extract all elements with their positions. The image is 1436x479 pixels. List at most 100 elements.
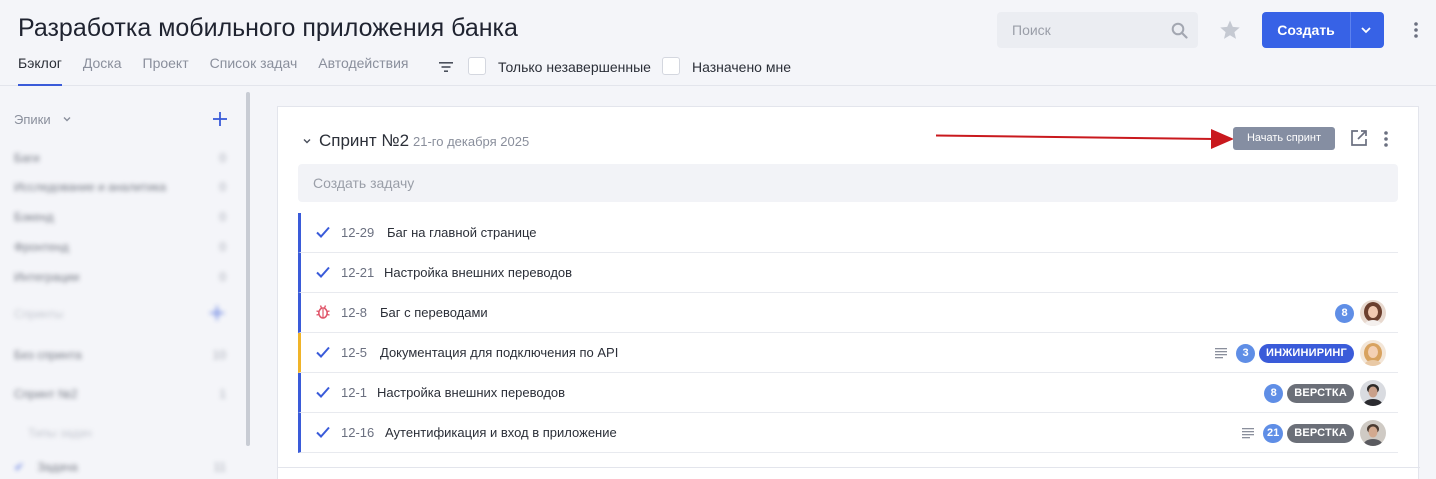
avatar[interactable] — [1360, 300, 1386, 326]
assigned-to-me-checkbox[interactable] — [662, 57, 680, 75]
avatar[interactable] — [1360, 420, 1386, 446]
sidebar-item-epic[interactable]: Исследование и аналитика 0 — [14, 180, 226, 194]
sidebar-item-count: 10 — [212, 348, 226, 362]
task-key[interactable]: 12-29 — [341, 225, 374, 240]
sprint-title[interactable]: Спринт №2 — [319, 131, 409, 151]
task-title[interactable]: Настройка внешних переводов — [384, 265, 572, 280]
tab-board[interactable]: Доска — [83, 55, 122, 86]
sidebar-item-epic[interactable]: Интеграции 0 — [14, 270, 226, 284]
task-key[interactable]: 12-16 — [341, 425, 374, 440]
task-title[interactable]: Аутентификация и вход в приложение — [385, 425, 617, 440]
task-key[interactable]: 12-8 — [341, 305, 367, 320]
table-row[interactable]: 12-8 Баг с переводами 8 — [298, 293, 1398, 333]
sprints-title[interactable]: Спринты — [14, 304, 226, 322]
sidebar-item-label: Интеграции — [14, 270, 80, 284]
sprint-panel: Спринт №2 21-го декабря 2025 Начать спри… — [277, 106, 1420, 479]
task-key[interactable]: 12-21 — [341, 265, 374, 280]
label-tag: ВЕРСТКА — [1287, 383, 1354, 403]
table-row[interactable]: 12-16 Аутентификация и вход в приложение… — [298, 413, 1398, 453]
task-title[interactable]: Документация для подключения по API — [380, 345, 618, 360]
task-title[interactable]: Баг на главной странице — [387, 225, 536, 240]
description-icon — [1215, 348, 1228, 359]
check-icon — [316, 226, 330, 238]
check-icon: ✔ — [14, 460, 25, 474]
sprints-title-label: Спринты — [14, 307, 64, 321]
sprint-date: 21-го декабря 2025 — [413, 134, 530, 149]
only-incomplete-label: Только незавершенные — [498, 59, 651, 75]
task-list: 12-29 Баг на главной странице 12-21 Наст… — [298, 213, 1398, 453]
task-key[interactable]: 12-1 — [341, 385, 367, 400]
sidebar-item-sprint[interactable]: Без спринта 10 — [14, 348, 226, 362]
sidebar-item-label: Фронтенд — [14, 240, 69, 254]
check-icon — [316, 266, 330, 278]
create-task-input[interactable] — [298, 164, 1398, 202]
sidebar-item-epic[interactable]: Фронтенд 0 — [14, 240, 226, 254]
types-title[interactable]: Типы задач — [28, 426, 226, 440]
only-incomplete-checkbox[interactable] — [468, 57, 486, 75]
chevron-down-icon[interactable] — [62, 115, 72, 123]
avatar[interactable] — [1360, 340, 1386, 366]
sidebar-item-count: 11 — [213, 460, 226, 474]
chevron-down-icon[interactable] — [302, 137, 312, 145]
add-sprint-icon[interactable] — [208, 304, 226, 322]
table-row[interactable]: 12-1 Настройка внешних переводов 8 ВЕРСТ… — [298, 373, 1398, 413]
sidebar-item-count: 0 — [219, 151, 226, 165]
table-row[interactable]: 12-5 Документация для подключения по API… — [298, 333, 1398, 373]
external-link-icon[interactable] — [1350, 129, 1368, 147]
filter-icon[interactable] — [438, 60, 454, 74]
red-arrow-annotation — [936, 129, 1234, 149]
sidebar-item-label: Задача — [37, 460, 78, 474]
table-row[interactable]: 12-29 Баг на главной странице — [298, 213, 1398, 253]
start-sprint-button[interactable]: Начать спринт — [1233, 127, 1335, 150]
divider — [278, 467, 1420, 468]
tab-automations[interactable]: Автодействия — [318, 55, 408, 86]
sidebar-scrollbar[interactable] — [246, 92, 250, 446]
sidebar-item-count: 0 — [219, 210, 226, 224]
add-epic-icon[interactable] — [211, 110, 229, 128]
sidebar-item-count: 0 — [219, 270, 226, 284]
tab-backlog[interactable]: Бэклог — [18, 55, 62, 86]
more-vertical-icon[interactable] — [1379, 129, 1393, 149]
sidebar-item-label: Бэкенд — [14, 210, 54, 224]
task-meta: 8 ВЕРСТКА — [1264, 380, 1386, 406]
search-box — [997, 12, 1198, 48]
sidebar-item-count: 0 — [219, 180, 226, 194]
tab-project[interactable]: Проект — [143, 55, 189, 86]
more-vertical-icon[interactable] — [1408, 20, 1424, 40]
types-title-label: Типы задач — [28, 426, 92, 440]
task-meta: 8 — [1335, 300, 1386, 326]
create-button[interactable]: Создать — [1262, 12, 1384, 48]
description-icon — [1241, 428, 1254, 439]
task-title[interactable]: Баг с переводами — [380, 305, 488, 320]
task-meta: 21 ВЕРСТКА — [1241, 420, 1386, 446]
sidebar-item-epic[interactable]: Бэкенд 0 — [14, 210, 226, 224]
search-input[interactable] — [997, 12, 1167, 48]
table-row[interactable]: 12-21 Настройка внешних переводов — [298, 253, 1398, 293]
check-icon — [316, 346, 330, 358]
page-title: Разработка мобильного приложения банка — [18, 14, 518, 42]
sidebar-item-count: 1 — [219, 387, 226, 401]
sidebar-item-epic[interactable]: Баги 0 — [14, 151, 226, 165]
page-header: Разработка мобильного приложения банка Б… — [0, 0, 1436, 86]
create-button-label: Создать — [1277, 22, 1335, 38]
check-icon — [316, 426, 330, 438]
story-points-badge: 8 — [1264, 383, 1284, 403]
bug-icon — [316, 305, 330, 319]
sidebar-item-label: Баги — [14, 151, 40, 165]
avatar[interactable] — [1360, 380, 1386, 406]
tab-task-list[interactable]: Список задач — [210, 55, 298, 86]
story-points-badge: 3 — [1236, 343, 1256, 363]
search-icon[interactable] — [1171, 22, 1188, 39]
create-button-divider — [1350, 12, 1351, 48]
sidebar-item-label: Исследование и аналитика — [14, 180, 167, 194]
sidebar-item-sprint[interactable]: Спринт №2 1 — [14, 387, 226, 401]
star-icon[interactable] — [1219, 19, 1241, 41]
assigned-to-me-label: Назначено мне — [692, 59, 791, 75]
sidebar-item-type[interactable]: ✔ Задача 11 — [14, 460, 226, 474]
sidebar-item-label: Без спринта — [14, 348, 82, 362]
epics-title[interactable]: Эпики — [14, 112, 51, 127]
chevron-down-icon[interactable] — [1359, 24, 1373, 36]
task-meta: 3 ИНЖИНИРИНГ — [1214, 340, 1386, 366]
task-key[interactable]: 12-5 — [341, 345, 367, 360]
task-title[interactable]: Настройка внешних переводов — [377, 385, 565, 400]
